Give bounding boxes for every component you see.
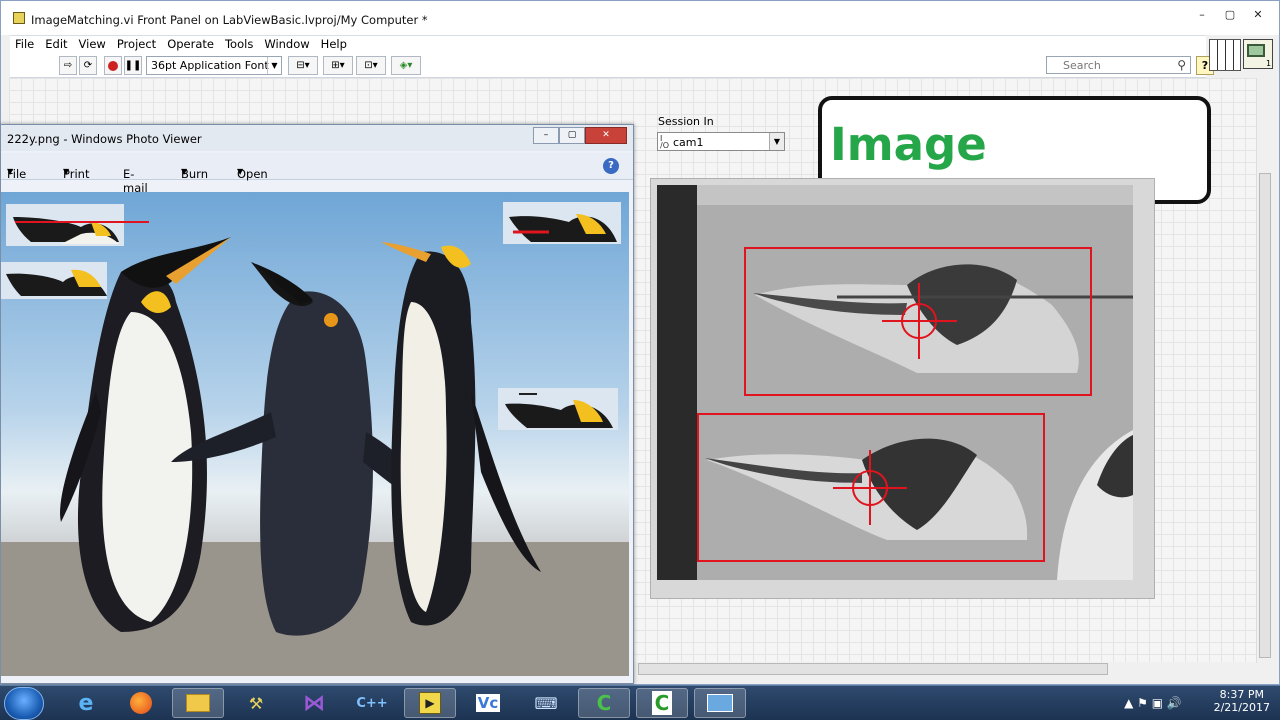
menu-file[interactable]: File [10, 36, 39, 52]
menu-window[interactable]: Window [259, 36, 314, 52]
vi-thumbnail-icon: 1 [1247, 44, 1271, 68]
resize-objects-icon[interactable]: ⊡▾ [356, 56, 386, 75]
toolbar: ⇨ ⟳ ❚❚ 36pt Application Font ▼ ⊟▾ ⊞▾ ⊡▾ … [10, 53, 1214, 78]
abort-icon[interactable] [104, 56, 122, 75]
labview-icon[interactable]: ▶ [404, 688, 456, 718]
menu-operate[interactable]: Operate [162, 36, 219, 52]
scroll-thumb[interactable] [638, 663, 1108, 675]
menu-bar: File Edit View Project Operate Tools Window Hel… [10, 35, 1206, 53]
photo-viewer-title: 222y.png - Windows Photo Viewer [7, 132, 202, 146]
system-tray-icons[interactable]: ▲ ⚑ ▣ 🔊 [1108, 688, 1198, 718]
vi-icon[interactable]: 1 [1243, 39, 1273, 69]
visual-studio-icon[interactable]: ⋈ [288, 688, 340, 718]
clock[interactable]: 8:37 PM 2/21/2017 [1214, 688, 1270, 714]
maximize-button[interactable]: ▢ [1217, 5, 1243, 23]
scroll-thumb[interactable] [1259, 173, 1271, 658]
svg-text:1: 1 [1266, 59, 1271, 68]
photo-image [1, 192, 629, 676]
chevron-down-icon: ▼ [63, 167, 70, 176]
menu-project[interactable]: Project [112, 36, 161, 52]
camera-image [657, 185, 1133, 580]
chevron-down-icon: ▼ [237, 167, 244, 176]
penguins-photo [1, 192, 629, 676]
close-button[interactable]: ✕ [1245, 5, 1271, 23]
help-icon[interactable]: ? [603, 158, 619, 174]
font-selector[interactable]: 36pt Application Font ▼ [146, 56, 282, 75]
run-arrow-icon[interactable]: ⇨ [59, 56, 77, 75]
vertical-scrollbar[interactable] [1256, 78, 1272, 663]
photo-viewer-window: 222y.png - Windows Photo Viewer – ▢ ✕ Fi… [0, 124, 634, 684]
distribute-objects-icon[interactable]: ⊞▾ [323, 56, 353, 75]
image-display[interactable] [657, 185, 1133, 580]
network-icon[interactable]: ⌨ [520, 688, 572, 718]
chevron-down-icon: ▼ [181, 167, 188, 176]
pause-icon[interactable]: ❚❚ [124, 56, 142, 75]
io-icon: I/O [660, 134, 669, 150]
maximize-button[interactable]: ▢ [559, 127, 585, 144]
close-button[interactable]: ✕ [585, 127, 627, 144]
photo-viewer-icon[interactable] [694, 688, 746, 718]
vs-code-icon[interactable]: Vc [462, 688, 514, 718]
connector-pane-icon[interactable] [1209, 39, 1241, 71]
session-in-value: cam1 [673, 136, 704, 149]
minimize-button[interactable]: – [533, 127, 559, 144]
align-objects-icon[interactable]: ⊟▾ [288, 56, 318, 75]
photo-viewer-title-bar: 222y.png - Windows Photo Viewer – ▢ ✕ [1, 125, 633, 151]
session-in-control[interactable]: I/O cam1 ▼ [657, 132, 785, 151]
labview-tools-icon[interactable]: ⚒ [230, 688, 282, 718]
reorder-icon[interactable]: ◈▾ [391, 56, 421, 75]
labview-app-icon [13, 12, 25, 24]
minimize-button[interactable]: – [1189, 5, 1215, 23]
ie-icon[interactable]: e [60, 688, 112, 718]
font-selector-value: 36pt Application Font [151, 59, 269, 72]
chevron-down-icon: ▼ [267, 57, 281, 74]
menu-tools[interactable]: Tools [220, 36, 258, 52]
session-in-label: Session In [658, 115, 714, 128]
search-input[interactable]: Search ⚲ [1046, 56, 1191, 74]
windows-taskbar: e ⚒ ⋈ C++ ▶ Vc ⌨ C C ▲ ⚑ ▣ 🔊 8:37 PM 2/2… [0, 685, 1280, 720]
clock-date: 2/21/2017 [1213, 701, 1270, 714]
labview-title-bar: ImageMatching.vi Front Panel on LabViewB… [1, 1, 1279, 35]
horizontal-scrollbar[interactable] [630, 662, 1256, 676]
chevron-down-icon: ▼ [7, 167, 14, 176]
run-continuously-icon[interactable]: ⟳ [79, 56, 97, 75]
search-icon: ⚲ [1177, 58, 1186, 72]
menu-view[interactable]: View [74, 36, 111, 52]
search-placeholder: Search [1063, 59, 1101, 72]
explorer-folder-icon[interactable] [172, 688, 224, 718]
windows-start-icon[interactable] [4, 687, 44, 720]
menu-edit[interactable]: Edit [40, 36, 72, 52]
cpp-compiler-icon[interactable]: C++ [346, 688, 398, 718]
photo-viewer-menu: File ▼ Print ▼ E-mail Burn ▼ Open ▼ ? [1, 153, 633, 195]
camtasia-recorder-icon[interactable]: C [636, 688, 688, 718]
menu-help[interactable]: Help [316, 36, 352, 52]
chevron-down-icon[interactable]: ▼ [769, 133, 784, 150]
clock-time: 8:37 PM [1219, 688, 1264, 701]
window-title: ImageMatching.vi Front Panel on LabViewB… [31, 13, 428, 27]
camtasia-icon[interactable]: C [578, 688, 630, 718]
firefox-icon[interactable] [115, 688, 167, 718]
